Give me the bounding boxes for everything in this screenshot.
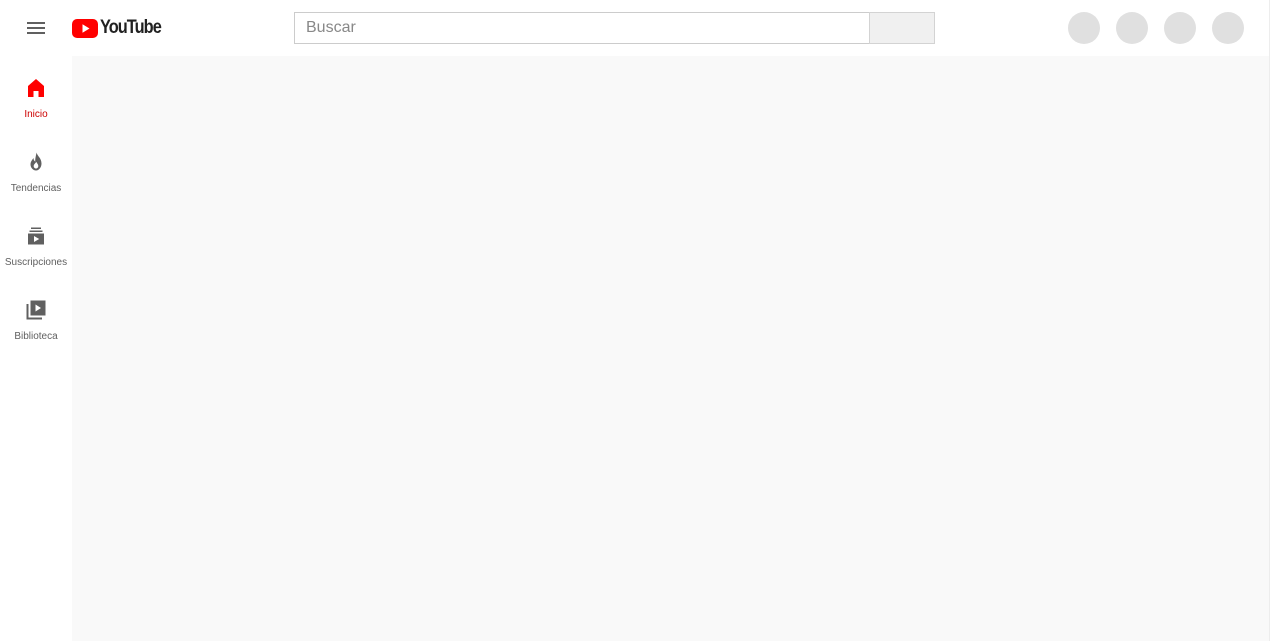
hamburger-menu-icon	[27, 22, 45, 34]
topbar-button-placeholder-1[interactable]	[1068, 12, 1100, 44]
search-button[interactable]	[869, 12, 935, 44]
trending-flame-icon	[30, 152, 42, 171]
masthead: YouTube	[0, 0, 1269, 56]
sidebar-item-label: Suscripciones	[4, 257, 68, 268]
sidebar-item-biblioteca[interactable]: Biblioteca	[0, 278, 72, 352]
topbar-button-placeholder-2[interactable]	[1116, 12, 1148, 44]
sidebar-item-tendencias[interactable]: Tendencias	[0, 130, 72, 204]
sidebar-item-inicio[interactable]: Inicio	[0, 56, 72, 130]
sidebar-item-label: Biblioteca	[14, 331, 58, 342]
subscriptions-icon	[28, 227, 44, 245]
library-icon	[26, 300, 46, 320]
avatar-placeholder[interactable]	[1212, 12, 1244, 44]
sidebar-item-suscripciones[interactable]: Suscripciones	[0, 204, 72, 278]
logo-wordmark: YouTube	[100, 17, 162, 38]
search-box	[294, 12, 869, 44]
guide-menu-button[interactable]	[16, 8, 56, 48]
sidebar-item-label: Tendencias	[10, 183, 62, 194]
sidebar-item-label: Inicio	[24, 109, 48, 120]
youtube-play-icon	[72, 18, 98, 38]
mini-guide-sidebar: Inicio Tendencias Suscripciones Bibliote…	[0, 56, 72, 641]
home-icon	[28, 79, 44, 97]
main-content-area	[72, 56, 1269, 641]
page-scrollbar[interactable]	[1269, 0, 1280, 641]
search-input[interactable]	[295, 13, 869, 43]
youtube-logo[interactable]: YouTube	[72, 17, 171, 39]
topbar-button-placeholder-3[interactable]	[1164, 12, 1196, 44]
